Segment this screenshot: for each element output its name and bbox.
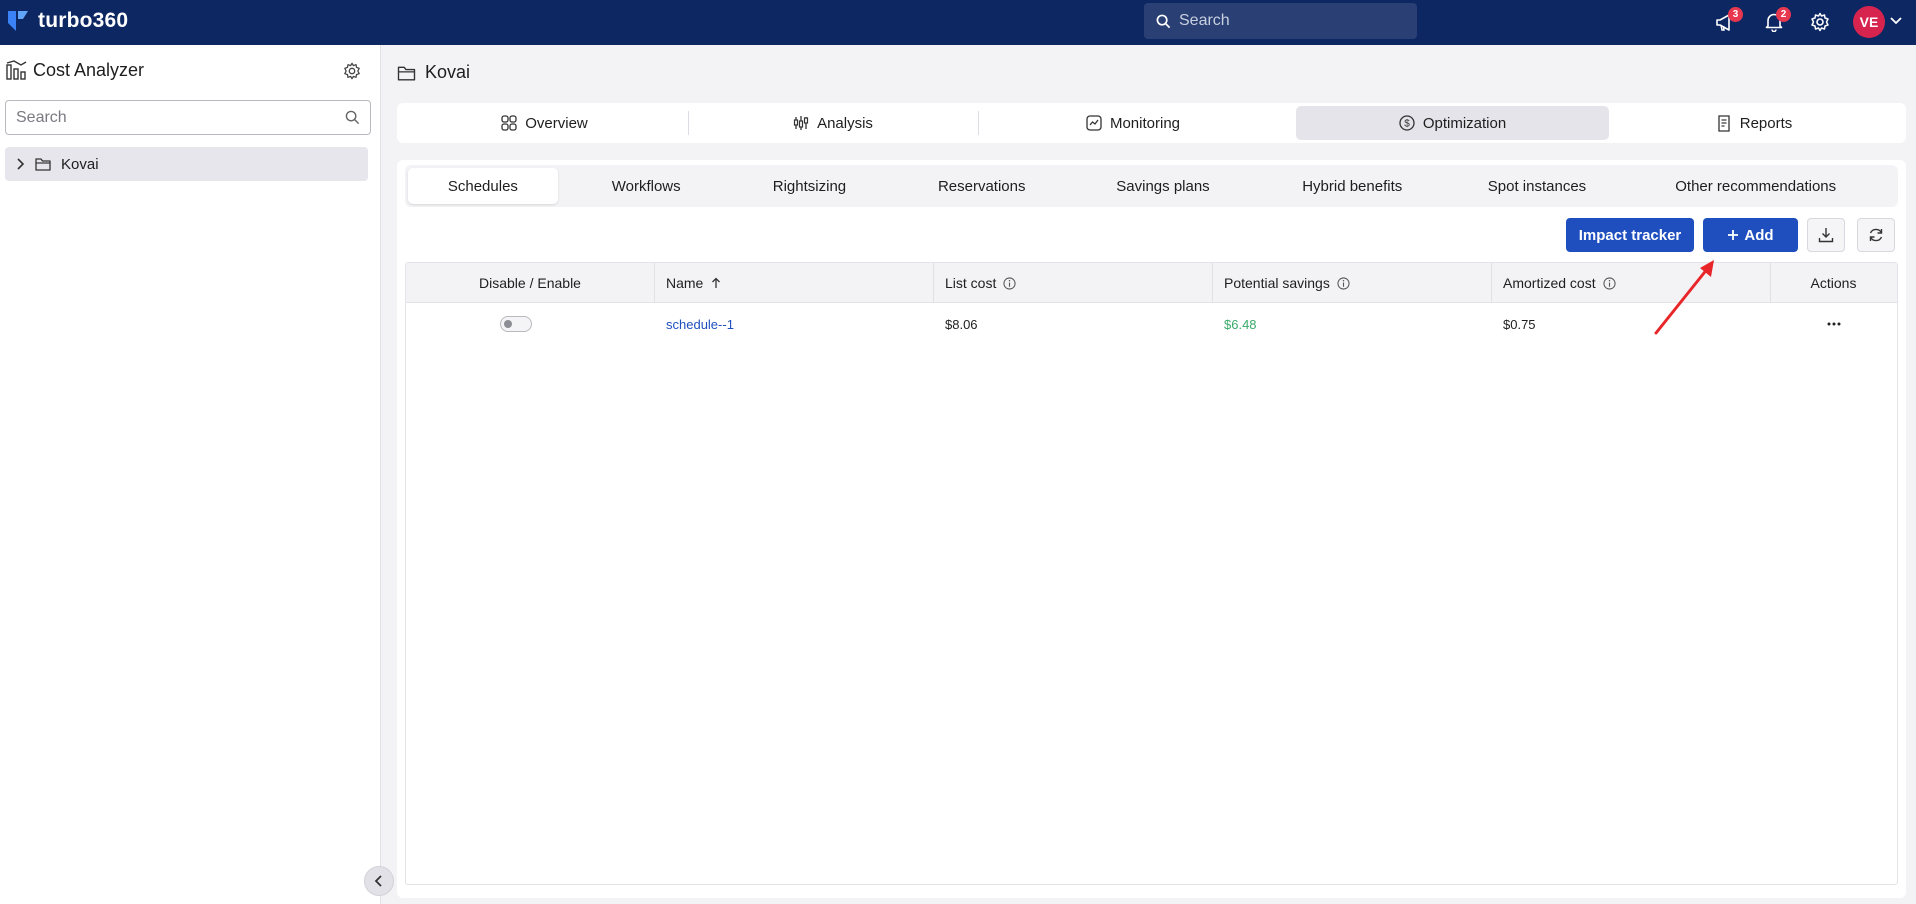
svg-text:$: $ [1404, 119, 1410, 130]
folder-icon [35, 158, 51, 171]
add-button-label: Add [1744, 226, 1774, 244]
tab-label: Monitoring [1109, 114, 1181, 132]
subtab-other-recommendations[interactable]: Other recommendations [1616, 168, 1895, 204]
schedules-table: Disable / Enable Name List cost Potentia… [405, 262, 1898, 885]
chevron-left-icon [374, 875, 382, 887]
schedule-name-link[interactable]: schedule--1 [666, 317, 734, 332]
dollar-circle-icon: $ [1399, 115, 1415, 131]
settings-button[interactable] [1806, 8, 1834, 36]
tab-label: Analysis [817, 114, 873, 132]
sidebar-settings-gear-icon[interactable] [343, 62, 361, 80]
actions-cell [1770, 303, 1897, 345]
page-header: Kovai [397, 62, 470, 83]
subtab-hybrid-benefits[interactable]: Hybrid benefits [1247, 168, 1458, 204]
sidebar: Cost Analyzer Kovai [0, 45, 381, 904]
info-icon[interactable] [1337, 276, 1350, 290]
column-header-label: Actions [1810, 275, 1857, 291]
column-header-label: Potential savings [1224, 275, 1330, 291]
subtab-schedules[interactable]: Schedules [408, 168, 558, 204]
tree-item-kovai[interactable]: Kovai [5, 147, 368, 181]
enable-toggle[interactable] [500, 316, 532, 332]
grid-icon [501, 115, 517, 131]
folder-icon [397, 66, 416, 81]
tab-label: Reports [1739, 114, 1793, 132]
subtab-spot-instances[interactable]: Spot instances [1458, 168, 1617, 204]
amortized-cost-cell: $0.75 [1503, 316, 1536, 332]
name-cell: schedule--1 [666, 303, 734, 345]
tab-analysis[interactable]: Analysis [688, 106, 979, 140]
annotation-arrow-icon [1654, 260, 1714, 335]
subtab-rightsizing[interactable]: Rightsizing [735, 168, 885, 204]
more-actions-icon[interactable] [1826, 321, 1842, 327]
sidebar-title: Cost Analyzer [33, 59, 145, 80]
notifications-button[interactable]: 2 [1760, 7, 1791, 36]
info-icon[interactable] [1003, 276, 1016, 290]
search-icon [1156, 14, 1171, 28]
chevron-right-icon[interactable] [15, 158, 25, 170]
sidebar-header: Cost Analyzer [5, 59, 144, 81]
column-header-label: List cost [945, 275, 997, 291]
brand[interactable]: turbo360 [6, 9, 128, 33]
column-header-potential-savings[interactable]: Potential savings [1224, 263, 1474, 303]
column-header-toggle: Disable / Enable [406, 263, 654, 303]
add-button[interactable]: Add [1703, 218, 1798, 252]
top-bar: turbo360 3 2 VE [0, 0, 1916, 45]
monitoring-icon [1086, 115, 1102, 131]
gear-icon [1811, 12, 1829, 32]
notifications-badge: 2 [1776, 7, 1791, 22]
tab-label: Optimization [1422, 114, 1507, 132]
search-icon [345, 110, 360, 125]
column-header-label: Disable / Enable [479, 275, 581, 291]
main-tabs: Overview Analysis Monitoring $ Optimizat… [397, 103, 1906, 143]
report-icon [1718, 114, 1730, 132]
download-button[interactable] [1807, 218, 1845, 252]
tab-label: Overview [525, 114, 588, 132]
collapse-sidebar-button[interactable] [364, 866, 394, 896]
refresh-button[interactable] [1857, 218, 1895, 252]
sidebar-search[interactable] [5, 100, 371, 135]
tree-item-label: Kovai [61, 155, 99, 173]
plus-icon [1728, 230, 1739, 240]
toggle-cell [406, 303, 626, 345]
column-header-actions: Actions [1770, 263, 1897, 303]
sub-tabs: Schedules Workflows Rightsizing Reservat… [405, 165, 1898, 207]
subtab-workflows[interactable]: Workflows [558, 168, 735, 204]
column-header-list-cost[interactable]: List cost [945, 263, 1195, 303]
analysis-icon [793, 116, 809, 130]
user-avatar[interactable]: VE [1853, 6, 1885, 38]
tab-monitoring[interactable]: Monitoring [978, 106, 1288, 140]
column-divider[interactable] [654, 263, 655, 303]
sidebar-search-input[interactable] [16, 108, 345, 127]
subtab-reservations[interactable]: Reservations [884, 168, 1079, 204]
announcements-button[interactable]: 3 [1712, 7, 1743, 36]
announcements-badge: 3 [1728, 7, 1743, 22]
column-header-name[interactable]: Name [666, 263, 916, 303]
cost-analyzer-icon [6, 60, 27, 80]
info-icon[interactable] [1603, 276, 1616, 290]
column-divider[interactable] [1491, 263, 1492, 303]
chevron-down-icon[interactable] [1889, 14, 1903, 28]
download-icon [1818, 228, 1834, 243]
column-divider[interactable] [1212, 263, 1213, 303]
refresh-icon [1869, 228, 1883, 242]
tab-overview[interactable]: Overview [401, 106, 689, 140]
turbo360-logo-icon [8, 11, 28, 31]
column-header-label: Name [666, 275, 704, 291]
impact-tracker-button[interactable]: Impact tracker [1566, 218, 1694, 252]
sort-ascending-icon[interactable] [710, 277, 722, 289]
global-search[interactable] [1144, 3, 1417, 39]
list-cost-cell: $8.06 [945, 316, 978, 332]
global-search-input[interactable] [1179, 12, 1399, 30]
toggle-knob [504, 320, 512, 328]
tab-optimization[interactable]: $ Optimization [1296, 106, 1609, 140]
page-title: Kovai [425, 62, 471, 82]
column-header-label: Amortized cost [1503, 275, 1596, 291]
potential-savings-cell: $6.48 [1224, 316, 1257, 332]
tab-reports[interactable]: Reports [1609, 106, 1899, 140]
column-divider[interactable] [933, 263, 934, 303]
subtab-savings-plans[interactable]: Savings plans [1079, 168, 1247, 204]
brand-name: turbo360 [38, 9, 129, 32]
